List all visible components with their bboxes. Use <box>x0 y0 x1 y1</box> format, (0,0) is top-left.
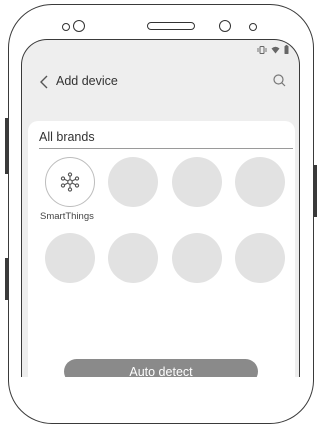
wifi-icon <box>271 46 280 56</box>
volume-button <box>5 118 8 174</box>
auto-detect-button[interactable]: Auto detect <box>64 359 258 377</box>
bixby-button <box>5 258 8 300</box>
vibrate-icon <box>257 45 267 56</box>
earpiece-speaker <box>147 22 195 30</box>
proximity-sensor <box>62 23 70 31</box>
brand-tile-placeholder[interactable] <box>108 233 158 283</box>
top-bezel <box>0 0 321 44</box>
brand-tile-placeholder[interactable] <box>172 157 222 207</box>
front-camera <box>73 20 85 32</box>
chevron-left-icon <box>40 75 48 89</box>
brand-tile-placeholder[interactable] <box>172 233 222 283</box>
page-title: Add device <box>56 74 118 88</box>
brand-tile-label: SmartThings <box>40 211 94 222</box>
brand-tile-placeholder[interactable] <box>235 157 285 207</box>
app-header: Add device <box>22 60 299 104</box>
iris-led <box>249 23 257 31</box>
brand-list-card: All brands SmartThings Auto detect <box>28 121 295 377</box>
status-bar <box>257 45 289 56</box>
iris-sensor <box>219 20 231 32</box>
smartthings-logo-icon <box>60 172 80 192</box>
brand-filter-underline <box>39 148 293 149</box>
brand-filter-dropdown[interactable]: All brands <box>39 126 293 150</box>
brand-tile-placeholder[interactable] <box>108 157 158 207</box>
power-button <box>314 165 317 217</box>
brand-tile-placeholder[interactable] <box>235 233 285 283</box>
search-icon <box>273 74 286 87</box>
battery-icon <box>284 45 289 56</box>
brand-filter-label: All brands <box>39 130 95 144</box>
screen: Add device All brands SmartThings Auto d… <box>21 39 300 377</box>
brand-tile-placeholder[interactable] <box>45 233 95 283</box>
search-button[interactable] <box>271 72 289 90</box>
back-button[interactable] <box>36 72 52 92</box>
brand-tile-smartthings[interactable] <box>45 157 95 207</box>
